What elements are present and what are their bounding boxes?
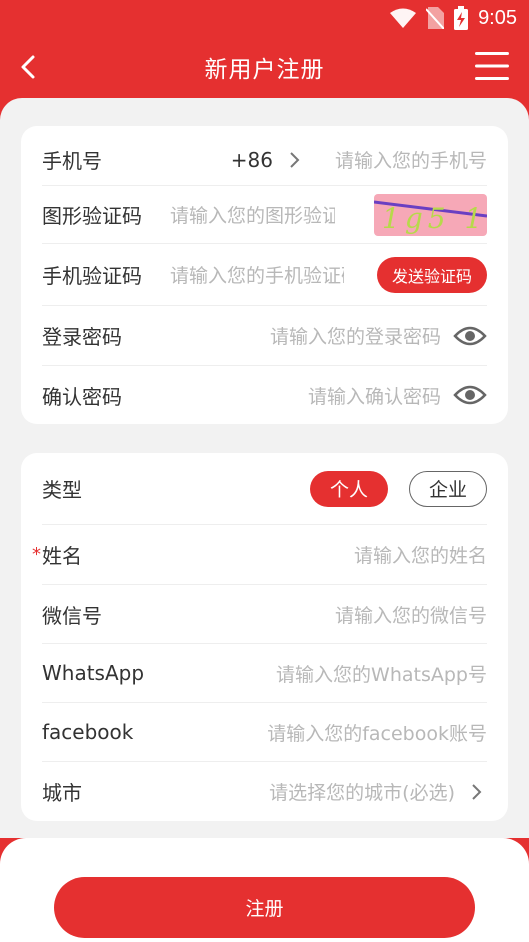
captcha-image[interactable]: 1g5 1: [374, 193, 487, 236]
profile-card: 类型 个人 企业 * 姓名 请输入您的姓名 微信号 请输入您的微信号 Whats…: [21, 453, 508, 821]
register-button[interactable]: 注册: [54, 877, 475, 938]
facebook-label: facebook: [42, 720, 134, 744]
phone-label: 手机号: [42, 149, 102, 173]
back-arrow-icon[interactable]: [14, 52, 44, 82]
status-time: 9:05: [478, 6, 517, 29]
confirm-password-row: 确认密码 请输入确认密码: [42, 366, 487, 424]
wechat-label: 微信号: [42, 603, 102, 628]
facebook-input[interactable]: 请输入您的facebook账号: [267, 719, 487, 746]
phone-row: 手机号 +86 请输入您的手机号: [42, 134, 487, 186]
page-title: 新用户注册: [204, 57, 325, 83]
svg-text:1g5 1: 1g5 1: [382, 202, 487, 235]
type-label: 类型: [42, 478, 82, 502]
battery-charging-icon: [454, 6, 469, 30]
type-option-company[interactable]: 企业: [409, 470, 487, 507]
phone-input[interactable]: 请输入您的手机号: [335, 146, 487, 173]
country-code-text: +86: [230, 147, 273, 172]
name-input[interactable]: 请输入您的姓名: [354, 541, 487, 568]
name-row: * 姓名 请输入您的姓名: [32, 525, 487, 585]
captcha-graphic: 1g5 1: [374, 200, 487, 235]
whatsapp-row: WhatsApp 请输入您的WhatsApp号: [42, 644, 487, 703]
wechat-input[interactable]: 请输入您的微信号: [335, 601, 487, 628]
menu-icon[interactable]: [475, 50, 509, 82]
country-code[interactable]: +86: [231, 148, 305, 172]
chevron-right-icon: [290, 151, 300, 168]
captcha-row: 图形验证码 请输入您的图形验证码 1g5 1: [42, 186, 487, 244]
status-bar: 9:05: [0, 0, 529, 36]
nav-bar: 新用户注册: [0, 36, 529, 98]
eye-icon[interactable]: [453, 324, 487, 348]
credentials-card: 手机号 +86 请输入您的手机号 图形验证码 请输入您的图形验证码 1g5 1 …: [21, 126, 508, 424]
required-mark: *: [32, 544, 41, 565]
password-label: 登录密码: [42, 325, 122, 349]
wechat-row: 微信号 请输入您的微信号: [42, 585, 487, 644]
chevron-right-icon: [472, 783, 482, 800]
password-input[interactable]: 请输入您的登录密码: [270, 322, 441, 349]
sms-code-input[interactable]: 请输入您的手机验证码: [170, 261, 344, 288]
sms-code-row: 手机验证码 请输入您的手机验证码 发送验证码: [42, 244, 487, 306]
send-code-button[interactable]: 发送验证码: [377, 256, 487, 293]
confirm-password-label: 确认密码: [42, 384, 122, 409]
no-sim-icon: [426, 7, 445, 29]
city-label: 城市: [42, 781, 82, 805]
name-label: 姓名: [42, 544, 82, 568]
city-row[interactable]: 城市 请选择您的城市(必选): [42, 762, 487, 821]
whatsapp-label: WhatsApp: [42, 661, 145, 685]
captcha-label: 图形验证码: [42, 204, 142, 228]
captcha-input[interactable]: 请输入您的图形验证码: [170, 201, 335, 228]
eye-icon[interactable]: [453, 383, 487, 407]
facebook-row: facebook 请输入您的facebook账号: [42, 703, 487, 762]
sms-code-label: 手机验证码: [42, 264, 142, 288]
city-select[interactable]: 请选择您的城市(必选): [269, 778, 455, 805]
confirm-password-input[interactable]: 请输入确认密码: [308, 382, 441, 409]
type-option-personal[interactable]: 个人: [310, 470, 388, 507]
type-row: 类型 个人 企业: [42, 453, 487, 525]
wifi-icon: [390, 8, 417, 28]
password-row: 登录密码 请输入您的登录密码: [42, 306, 487, 366]
whatsapp-input[interactable]: 请输入您的WhatsApp号: [276, 660, 487, 687]
